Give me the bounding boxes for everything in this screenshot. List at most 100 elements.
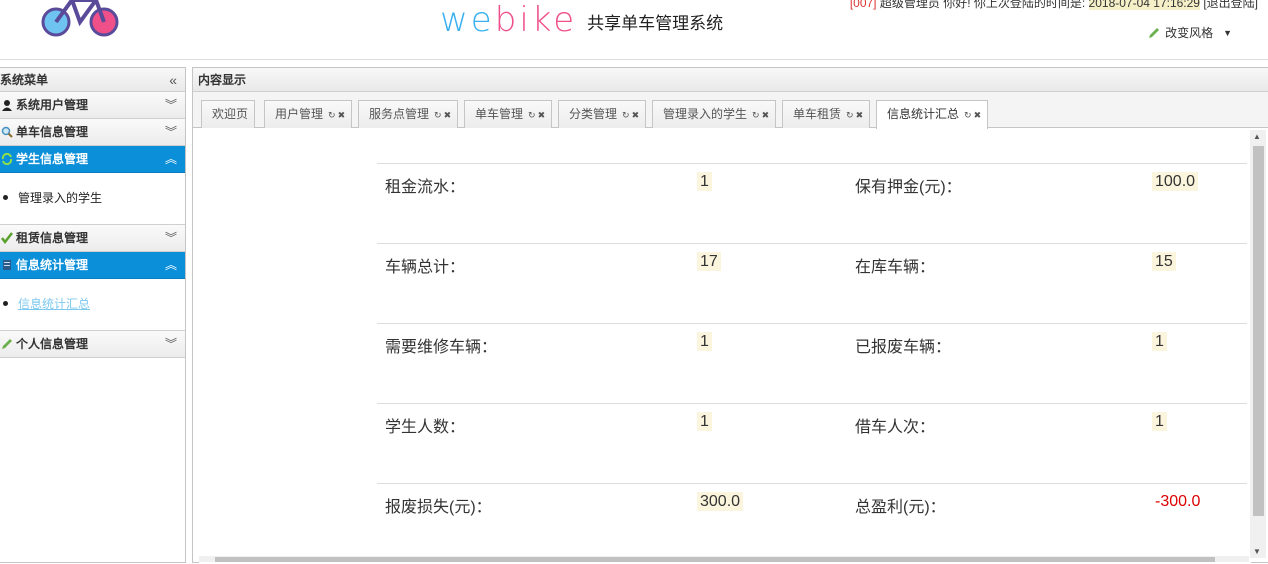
sidebar-item-statistics-summary[interactable]: 信息统计汇总 [18, 297, 90, 311]
tab-user-management[interactable]: 用户管理 ↻ ✖ [264, 100, 353, 128]
sidebar-title-bar: 系统菜单 « [0, 68, 185, 92]
stat-value: 100.0 [1152, 172, 1199, 191]
refresh-icon[interactable]: ↻ [964, 110, 972, 120]
sidebar-group-label: 个人信息管理 [16, 337, 89, 351]
stat-value: 300.0 [697, 492, 744, 511]
refresh-icon[interactable]: ↻ [622, 110, 630, 120]
horizontal-scrollbar[interactable] [199, 556, 1249, 562]
stat-value: 1 [1152, 412, 1167, 431]
close-icon[interactable]: ✖ [338, 110, 346, 120]
scrollbar-thumb[interactable] [215, 557, 1215, 562]
brand: webike 共享单车管理系统 [440, 0, 723, 40]
tab-label: 单车管理 [475, 107, 524, 121]
tab-statistics-summary[interactable]: 信息统计汇总 ↻ ✖ [876, 100, 989, 129]
sidebar-group-students-body: 管理录入的学生 [0, 173, 185, 225]
sidebar-group-label: 单车信息管理 [16, 125, 89, 139]
user-info-bar: [007] 超级管理员 你好! 你上次登陆的时间是: 2018-07-04 17… [850, 0, 1258, 11]
sidebar-group-students[interactable]: 学生信息管理 ︽ [0, 146, 185, 173]
stat-label: 总盈利(元)： [847, 483, 1152, 564]
stat-value: 1 [697, 332, 712, 351]
bullet [3, 195, 8, 200]
checkmark-icon [0, 231, 14, 245]
stat-value: 15 [1152, 252, 1176, 271]
table-row: 报废损失(元)： 300.0 总盈利(元)： -300.0 [377, 483, 1247, 564]
sidebar-group-statistics[interactable]: 信息统计管理 ︽ [0, 252, 185, 279]
tab-service-point-management[interactable]: 服务点管理 ↻ ✖ [358, 100, 459, 128]
stat-label: 学生人数： [377, 403, 697, 484]
tab-label: 信息统计汇总 [887, 107, 960, 121]
stat-value: 17 [697, 252, 721, 271]
close-icon[interactable]: ✖ [762, 110, 770, 120]
tab-bike-rental[interactable]: 单车租赁 ↻ ✖ [782, 100, 871, 128]
refresh-icon[interactable]: ↻ [528, 110, 536, 120]
sidebar-group-bikes[interactable]: 单车信息管理 ︾ [0, 119, 185, 146]
stat-value: 1 [697, 412, 712, 431]
last-login-time: 2018-07-04 17:16:29 [1088, 0, 1200, 10]
sidebar-group-users[interactable]: 系统用户管理 ︾ [0, 92, 185, 119]
scrollbar-thumb[interactable] [1253, 146, 1264, 516]
stat-label: 保有押金(元)： [847, 163, 1152, 244]
stat-label: 在库车辆： [847, 243, 1152, 324]
sidebar-group-label: 信息统计管理 [16, 258, 89, 272]
table-row: 租金流水： 1 保有押金(元)： 100.0 [377, 163, 1247, 244]
double-chevron-down-icon: ︾ [164, 337, 177, 351]
stat-label: 报废损失(元)： [377, 483, 697, 564]
sidebar-group-rentals[interactable]: 租赁信息管理 ︾ [0, 225, 185, 252]
change-style-dropdown[interactable]: 改变风格 ▼ [1147, 24, 1232, 41]
sidebar-group-label: 租赁信息管理 [16, 231, 89, 245]
double-chevron-down-icon: ︾ [164, 231, 177, 245]
stat-value: 1 [697, 172, 712, 191]
statistics-table: 租金流水： 1 保有押金(元)： 100.0 车辆总计： 17 在库车辆： 15… [377, 163, 1247, 564]
tab-category-management[interactable]: 分类管理 ↻ ✖ [558, 100, 647, 128]
stat-label: 需要维修车辆： [377, 323, 697, 404]
user-greeting: 超级管理员 你好! 你上次登陆的时间是: [876, 0, 1089, 10]
header: webike 共享单车管理系统 [007] 超级管理员 你好! 你上次登陆的时间… [0, 0, 1268, 60]
stat-value-negative: -300.0 [1155, 493, 1201, 510]
content-panel: 内容显示 欢迎页 用户管理 ↻ ✖ 服务点管理 ↻ ✖ 单车管理 ↻ ✖ 分类管理 ↻ ✖ 管理… [192, 67, 1268, 564]
change-style-label: 改变风格 [1165, 26, 1214, 40]
sidebar-group-label: 学生信息管理 [16, 152, 89, 166]
notepad-icon [0, 258, 14, 272]
table-row: 需要维修车辆： 1 已报废车辆： 1 [377, 323, 1247, 404]
double-chevron-up-icon: ︽ [164, 152, 177, 166]
tab-label: 欢迎页 [212, 107, 249, 121]
refresh-icon[interactable]: ↻ [434, 110, 442, 120]
stat-label: 已报废车辆： [847, 323, 1152, 404]
scroll-up-arrow-icon[interactable]: ▲ [1253, 132, 1261, 141]
brand-english: webike [440, 0, 578, 40]
double-chevron-left-icon[interactable]: « [169, 68, 177, 92]
pencil-icon [1149, 27, 1160, 38]
bullet [3, 301, 8, 306]
sidebar-group-personal[interactable]: 个人信息管理 ︾ [0, 331, 185, 358]
tab-welcome[interactable]: 欢迎页 [201, 100, 256, 128]
sidebar-group-statistics-body: 信息统计汇总 [0, 279, 185, 331]
close-icon[interactable]: ✖ [974, 110, 982, 120]
close-icon[interactable]: ✖ [632, 110, 640, 120]
tab-manage-students[interactable]: 管理录入的学生 ↻ ✖ [652, 100, 777, 128]
pencil-icon [0, 337, 14, 351]
close-icon[interactable]: ✖ [538, 110, 546, 120]
tab-bar: 欢迎页 用户管理 ↻ ✖ 服务点管理 ↻ ✖ 单车管理 ↻ ✖ 分类管理 ↻ ✖ 管理录入的学生… [193, 92, 1268, 129]
close-icon[interactable]: ✖ [444, 110, 452, 120]
table-row: 学生人数： 1 借车人次： 1 [377, 403, 1247, 484]
refresh-icon[interactable]: ↻ [752, 110, 760, 120]
sidebar-item-manage-students[interactable]: 管理录入的学生 [18, 191, 102, 205]
scroll-down-arrow-icon[interactable]: ▼ [1253, 547, 1261, 556]
sidebar-title: 系统菜单 [0, 73, 49, 87]
tab-bike-management[interactable]: 单车管理 ↻ ✖ [464, 100, 553, 128]
refresh-icon[interactable]: ↻ [846, 110, 854, 120]
tab-label: 分类管理 [569, 107, 618, 121]
tab-label: 单车租赁 [793, 107, 842, 121]
stat-label: 租金流水： [377, 163, 697, 244]
refresh-icon[interactable]: ↻ [328, 110, 336, 120]
tab-label: 用户管理 [275, 107, 324, 121]
tab-label: 服务点管理 [369, 107, 430, 121]
brand-chinese: 共享单车管理系统 [587, 14, 724, 34]
caret-down-icon: ▼ [1223, 27, 1232, 38]
stat-label: 车辆总计： [377, 243, 697, 324]
close-icon[interactable]: ✖ [856, 110, 864, 120]
logout-link[interactable]: [退出登陆] [1200, 0, 1258, 10]
vertical-scrollbar[interactable]: ▲ ▼ [1250, 130, 1266, 558]
double-chevron-down-icon: ︾ [164, 125, 177, 139]
double-chevron-down-icon: ︾ [164, 98, 177, 112]
